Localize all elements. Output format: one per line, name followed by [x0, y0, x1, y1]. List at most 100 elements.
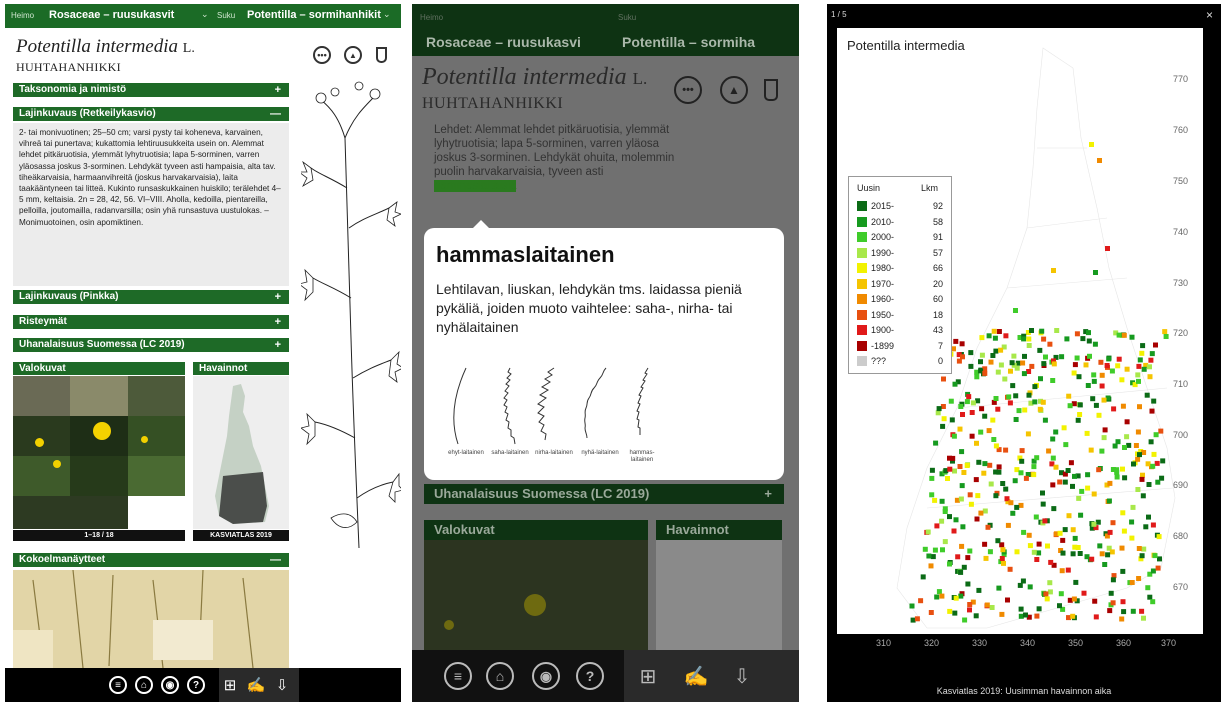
- photos-header[interactable]: Valokuvat: [13, 362, 185, 375]
- observations-header[interactable]: Havainnot: [656, 520, 782, 540]
- collapse-icon[interactable]: —: [270, 107, 281, 121]
- scroll-up-button[interactable]: ▲: [720, 76, 748, 104]
- help-icon[interactable]: ?: [187, 676, 205, 694]
- observation-square: [1054, 328, 1060, 333]
- observation-square: [1093, 270, 1098, 275]
- observation-square: [947, 514, 952, 520]
- observation-square: [1032, 384, 1038, 390]
- observation-square: [1070, 613, 1076, 619]
- observations-thumbnail-map[interactable]: [656, 540, 782, 652]
- photo-grid[interactable]: [13, 376, 185, 529]
- observation-square: [996, 585, 1002, 591]
- section-description[interactable]: Lajinkuvaus (Retkeilykasvio) —: [13, 107, 289, 121]
- observation-square: [1053, 464, 1059, 470]
- observation-square: [1072, 473, 1077, 479]
- observation-square: [1136, 363, 1142, 369]
- section-title: Lajinkuvaus (Retkeilykasvio): [19, 108, 156, 119]
- observation-square: [1136, 546, 1142, 551]
- edit-icon[interactable]: ✍: [682, 662, 710, 690]
- home-icon[interactable]: ⌂: [486, 662, 514, 690]
- highlighted-term[interactable]: hammaslaitaisia: [434, 180, 517, 192]
- section-specimens[interactable]: Kokoelmanäytteet —: [13, 553, 289, 567]
- chevron-down-icon[interactable]: ⌄: [201, 9, 209, 20]
- observation-square: [1102, 427, 1108, 433]
- chevron-down-icon[interactable]: ⌄: [383, 9, 391, 20]
- download-icon[interactable]: ⇩: [728, 662, 756, 690]
- observations-thumbnail-map[interactable]: [193, 376, 289, 529]
- add-icon[interactable]: ⊞: [634, 662, 662, 690]
- observation-square: [1040, 399, 1046, 405]
- genus-selector[interactable]: Potentilla – sormiha: [622, 34, 755, 50]
- section-description-pinkka[interactable]: Lajinkuvaus (Pinkka) +: [13, 290, 289, 304]
- observation-square: [995, 538, 1001, 544]
- observation-square: [1116, 332, 1122, 338]
- description-text: Lehdet: Alemmat lehdet pitkäruotisia, yl…: [434, 123, 774, 193]
- observation-square: [1091, 378, 1097, 384]
- observation-square: [1034, 613, 1040, 619]
- observation-square: [939, 593, 945, 599]
- bottom-toolbar: ≡ ⌂ ◉ ? ⊞ ✍ ⇩: [5, 668, 401, 702]
- legend-swatch: [857, 216, 867, 227]
- expand-icon[interactable]: +: [275, 338, 281, 352]
- observation-square: [941, 416, 947, 422]
- observation-square: [982, 508, 988, 514]
- more-options-button[interactable]: •••: [313, 46, 331, 64]
- y-tick-label: 760: [1173, 125, 1189, 135]
- observation-square: [1150, 522, 1156, 528]
- bookmark-icon[interactable]: [764, 79, 778, 101]
- home-icon[interactable]: ⌂: [135, 676, 153, 694]
- observation-square: [1018, 606, 1024, 612]
- section-taxonomy[interactable]: Taksonomia ja nimistö +: [13, 83, 289, 97]
- popup-pointer: [472, 220, 490, 229]
- location-pin-icon[interactable]: ◉: [532, 662, 560, 690]
- observation-square: [1020, 578, 1026, 584]
- section-title: Lajinkuvaus (Pinkka): [19, 291, 119, 302]
- observation-square: [1027, 584, 1033, 590]
- observation-square: [1057, 603, 1062, 609]
- more-options-button[interactable]: •••: [674, 76, 702, 104]
- observation-square: [1074, 331, 1080, 337]
- download-icon[interactable]: ⇩: [272, 675, 292, 695]
- observation-square: [1109, 549, 1115, 555]
- edit-icon[interactable]: ✍: [246, 675, 266, 695]
- add-icon[interactable]: ⊞: [220, 675, 240, 695]
- expand-icon[interactable]: +: [764, 484, 772, 504]
- menu-icon[interactable]: ≡: [444, 662, 472, 690]
- observation-square: [1072, 535, 1078, 541]
- location-pin-icon[interactable]: ◉: [161, 676, 179, 694]
- scroll-up-button[interactable]: ▲: [344, 46, 362, 64]
- y-tick-label: 680: [1173, 531, 1189, 541]
- menu-icon[interactable]: ≡: [109, 676, 127, 694]
- observations-header[interactable]: Havainnot: [193, 362, 289, 375]
- section-hybrids[interactable]: Risteymät +: [13, 315, 289, 329]
- expand-icon[interactable]: +: [275, 83, 281, 97]
- genus-selector[interactable]: Potentilla – sormihanhikit: [247, 9, 381, 21]
- specimen-images[interactable]: [13, 570, 289, 668]
- observation-square: [989, 605, 995, 610]
- observation-square: [1040, 490, 1045, 496]
- observation-square: [1120, 466, 1125, 472]
- photos-header[interactable]: Valokuvat: [424, 520, 648, 540]
- expand-icon[interactable]: +: [275, 315, 281, 329]
- collapse-icon[interactable]: —: [270, 553, 281, 567]
- family-selector[interactable]: Rosaceae – ruusukasvi: [426, 34, 581, 50]
- close-icon[interactable]: ×: [1206, 8, 1213, 22]
- observation-square: [1062, 527, 1068, 533]
- observation-square: [930, 554, 936, 560]
- observation-square: [914, 616, 920, 622]
- observation-square: [973, 613, 979, 619]
- observation-square: [985, 524, 991, 530]
- y-tick-label: 750: [1173, 176, 1189, 186]
- observation-square: [1119, 377, 1125, 383]
- glossary-popup[interactable]: hammaslaitainen Lehtilavan, liuskan, leh…: [424, 220, 784, 480]
- observation-square: [945, 476, 950, 481]
- observation-square: [993, 348, 999, 354]
- family-selector[interactable]: Rosaceae – ruusukasvit: [49, 9, 174, 21]
- expand-icon[interactable]: +: [275, 290, 281, 304]
- help-icon[interactable]: ?: [576, 662, 604, 690]
- observation-square: [1090, 396, 1096, 402]
- section-redlist[interactable]: Uhanalaisuus Suomessa (LC 2019) +: [424, 484, 784, 504]
- bookmark-icon[interactable]: [376, 47, 387, 63]
- section-redlist[interactable]: Uhanalaisuus Suomessa (LC 2019) +: [13, 338, 289, 352]
- photo-grid[interactable]: [424, 540, 648, 652]
